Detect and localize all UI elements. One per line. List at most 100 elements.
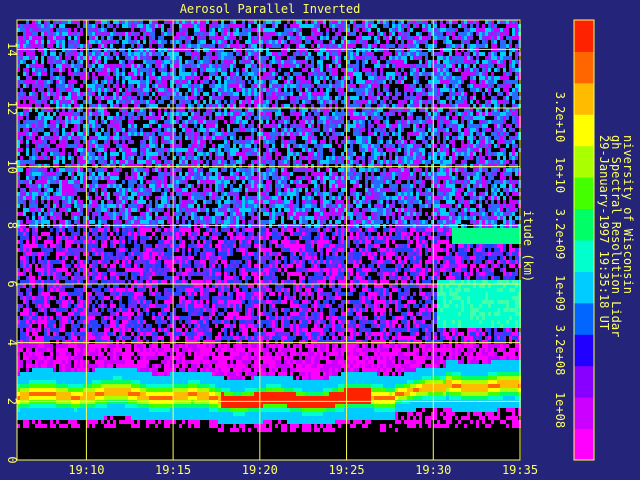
heat-cell <box>113 112 116 116</box>
heat-cell <box>74 312 77 316</box>
heat-cell <box>77 124 80 128</box>
heat-cell <box>128 156 131 160</box>
heat-cell <box>110 52 113 56</box>
heat-cell <box>134 76 137 80</box>
heat-cell <box>98 160 101 164</box>
heat-cell <box>29 64 32 68</box>
heat-cell <box>44 296 47 300</box>
heat-cell <box>32 280 35 284</box>
heat-cell <box>44 136 47 140</box>
heat-cell <box>83 56 86 60</box>
heat-cell <box>137 284 140 288</box>
heat-cell <box>71 232 74 236</box>
heat-cell <box>59 252 62 256</box>
heat-cell <box>50 412 53 416</box>
heat-cell <box>110 164 113 168</box>
heat-cell <box>119 344 122 348</box>
heat-cell <box>83 324 86 328</box>
heat-cell <box>101 60 104 64</box>
heat-cell <box>41 188 44 192</box>
heat-cell <box>53 256 56 260</box>
heat-cell <box>71 440 74 444</box>
heat-cell <box>35 292 38 296</box>
heat-cell <box>32 172 35 176</box>
heat-cell <box>146 380 149 384</box>
heat-cell <box>101 256 104 260</box>
heat-cell <box>20 280 23 284</box>
heat-cell <box>32 128 35 132</box>
heat-cell <box>80 44 83 48</box>
heat-cell <box>47 108 50 112</box>
heat-cell <box>98 240 101 244</box>
heat-cell <box>59 20 62 24</box>
heat-cell <box>47 412 50 416</box>
heat-cell <box>65 376 68 380</box>
heat-cell <box>65 364 68 368</box>
heat-cell <box>143 36 146 40</box>
heat-cell <box>83 308 86 312</box>
heat-cell <box>131 136 134 140</box>
heat-cell <box>23 176 26 180</box>
heat-cell <box>50 128 53 132</box>
heat-cell <box>116 312 119 316</box>
heat-cell <box>77 36 80 40</box>
heat-cell <box>113 404 116 408</box>
heat-cell <box>56 388 59 392</box>
heat-cell <box>143 144 146 148</box>
heat-cell <box>140 260 143 264</box>
heat-cell <box>83 312 86 316</box>
heat-cell <box>29 104 32 108</box>
heat-cell <box>74 136 77 140</box>
heat-cell <box>38 20 41 24</box>
heat-cell <box>95 388 98 392</box>
heat-cell <box>68 376 71 380</box>
heat-cell <box>80 352 83 356</box>
heat-cell <box>23 128 26 132</box>
heat-cell <box>53 424 56 428</box>
heat-cell <box>137 244 140 248</box>
heat-cell <box>65 112 68 116</box>
heat-cell <box>26 216 29 220</box>
heat-cell <box>56 328 59 332</box>
heat-cell <box>38 224 41 228</box>
heat-cell <box>44 416 47 420</box>
heat-cell <box>134 308 137 312</box>
heat-cell <box>119 52 122 56</box>
heat-cell <box>125 248 128 252</box>
heat-cell <box>95 84 98 88</box>
heat-cell <box>44 80 47 84</box>
heat-cell <box>44 48 47 52</box>
heat-cell <box>50 48 53 52</box>
heat-cell <box>89 436 92 440</box>
heat-cell <box>80 188 83 192</box>
heat-cell <box>26 432 29 436</box>
heat-cell <box>95 136 98 140</box>
heat-cell <box>29 148 32 152</box>
heat-cell <box>68 180 71 184</box>
heat-cell <box>32 228 35 232</box>
heat-cell <box>62 80 65 84</box>
heat-cell <box>68 356 71 360</box>
heat-cell <box>38 376 41 380</box>
heat-cell <box>149 132 152 136</box>
heat-cell <box>26 372 29 376</box>
heat-cell <box>20 408 23 412</box>
heat-cell <box>107 184 110 188</box>
heat-cell <box>134 72 137 76</box>
heat-cell <box>56 156 59 160</box>
heat-cell <box>143 116 146 120</box>
heat-cell <box>23 452 26 456</box>
heat-cell <box>98 236 101 240</box>
heat-cell <box>128 244 131 248</box>
heat-cell <box>125 220 128 224</box>
heat-cell <box>89 312 92 316</box>
heat-cell <box>41 68 44 72</box>
heat-cell <box>104 308 107 312</box>
heat-cell <box>122 92 125 96</box>
heat-cell <box>137 192 140 196</box>
heat-cell <box>44 448 47 452</box>
heat-cell <box>119 428 122 432</box>
heat-cell <box>29 404 32 408</box>
heat-cell <box>113 184 116 188</box>
heat-cell <box>116 436 119 440</box>
